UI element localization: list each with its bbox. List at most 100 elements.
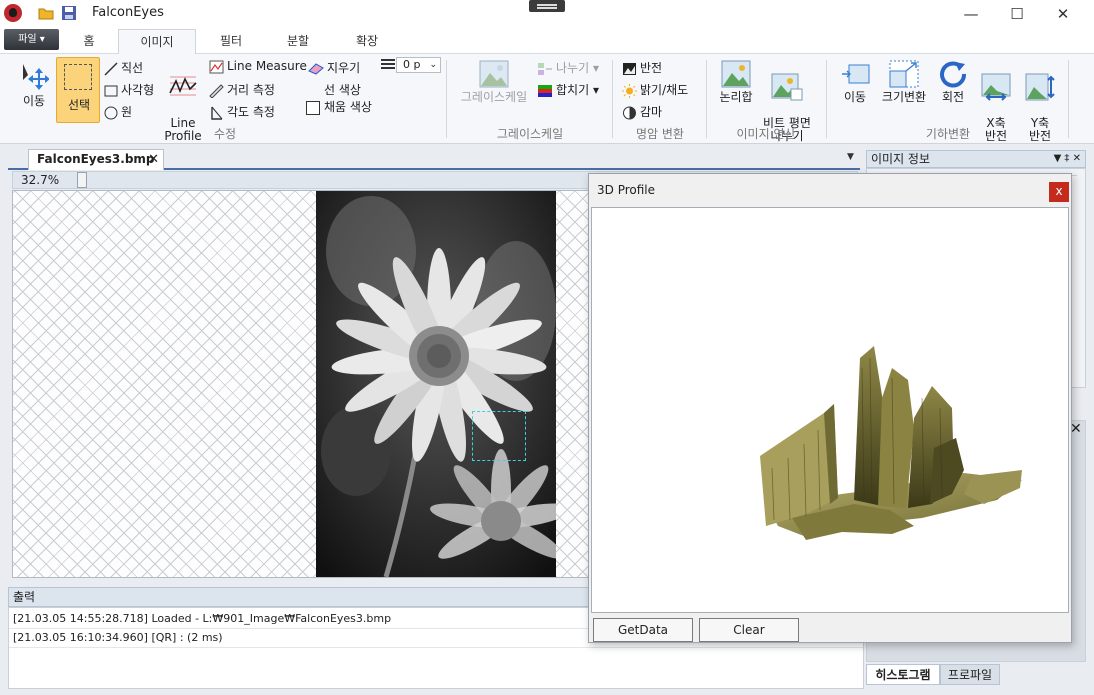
dialog-title: 3D Profile: [597, 183, 656, 197]
rect-tool[interactable]: 사각형: [104, 81, 154, 98]
distance-tool[interactable]: 거리 측정: [209, 81, 275, 98]
grayscale-label: 그레이스케일: [460, 90, 528, 104]
angle-label: 각도 측정: [227, 105, 275, 119]
invert-icon: [623, 62, 636, 75]
group-label-ops: 이미지 연산: [736, 127, 796, 141]
get-data-button[interactable]: GetData: [593, 618, 693, 642]
gamma-label: 감마: [640, 105, 663, 119]
group-divider: [826, 60, 827, 138]
clear-button[interactable]: Clear: [699, 618, 799, 642]
circle-icon: [104, 106, 118, 119]
rotate-button[interactable]: 회전: [934, 60, 972, 104]
invert-button[interactable]: 반전: [622, 59, 662, 76]
log-divider: [9, 647, 863, 648]
line-profile-icon: [169, 76, 197, 96]
flip-y-label: Y축 반전: [1028, 116, 1052, 143]
document-tab-label: FalconEyes3.bmp: [37, 152, 155, 166]
circle-tool[interactable]: 원: [104, 103, 132, 120]
tab-extend[interactable]: 확장: [340, 29, 394, 54]
tab-filter[interactable]: 필터: [206, 29, 256, 54]
invert-label: 반전: [640, 61, 663, 75]
log-line: [21.03.05 14:55:28.718] Loaded - L:₩901_…: [13, 612, 392, 625]
split-icon: [538, 62, 552, 75]
translate-icon: [842, 64, 870, 84]
app-logo-icon[interactable]: [4, 4, 22, 22]
image-info-title: 이미지 정보: [871, 152, 931, 166]
group-label-geometry: 기하변환: [925, 127, 971, 141]
flip-vertical-icon: [1025, 73, 1055, 101]
surface-3d-render: [760, 346, 1022, 540]
resize-button[interactable]: 크기변환: [878, 60, 930, 104]
geo-move-label: 이동: [843, 90, 867, 104]
flip-y-button[interactable]: Y축 반전: [1020, 60, 1060, 143]
select-rect-icon: [64, 64, 92, 90]
pen-size-value: 0 p: [403, 58, 421, 71]
document-tab[interactable]: FalconEyes3.bmp ✕: [28, 149, 164, 170]
ribbon: 이동 선택 직선 사각형 원 Line Profile Line Measure…: [0, 54, 1094, 144]
geo-move-button[interactable]: 이동: [836, 60, 874, 104]
document-tab-strip: FalconEyes3.bmp ✕: [8, 147, 860, 170]
eraser-label: 지우기: [327, 61, 361, 75]
surface-plot-view[interactable]: [591, 207, 1069, 613]
channel-split-button[interactable]: 나누기 ▾: [537, 59, 599, 76]
dialog-close-button[interactable]: x: [1049, 182, 1069, 202]
file-menu-button[interactable]: 파일 ▾: [4, 29, 59, 50]
select-tool-button[interactable]: 선택: [56, 57, 100, 123]
group-divider: [612, 60, 613, 138]
resize-label: 크기변환: [881, 90, 927, 104]
title-grip[interactable]: [529, 0, 565, 12]
eraser-icon: [308, 62, 324, 75]
selection-rectangle[interactable]: [472, 411, 526, 461]
line-tool[interactable]: 직선: [104, 59, 143, 76]
log-line: [21.03.05 16:10:34.960] [QR] : (2 ms): [13, 631, 223, 644]
tab-home[interactable]: 홈: [70, 29, 108, 54]
brightness-button[interactable]: 밝기/채도: [622, 81, 688, 98]
zoom-level: 32.7%: [21, 173, 60, 187]
maximize-button[interactable]: ☐: [994, 0, 1040, 28]
move-tool-button[interactable]: 이동: [14, 62, 54, 108]
title-bar: FalconEyes — ☐ ✕: [0, 0, 1094, 28]
pen-size-dropdown[interactable]: 0 p ⌄: [396, 57, 441, 73]
logic-op-label: 논리합: [719, 90, 753, 104]
select-tool-label: 선택: [67, 98, 91, 112]
line-tool-label: 직선: [121, 61, 144, 75]
eraser-tool[interactable]: 지우기: [308, 59, 360, 76]
group-label-edit: 수정: [213, 127, 237, 141]
channel-merge-button[interactable]: 합치기 ▾: [537, 81, 599, 98]
line-color-button[interactable]: 선 색상: [324, 81, 361, 98]
close-tab-icon[interactable]: ✕: [148, 150, 159, 169]
save-icon[interactable]: [61, 5, 77, 21]
chevron-down-icon: ⌄: [429, 60, 437, 70]
line-measure-tool[interactable]: Line Measure: [209, 59, 307, 74]
minimize-button[interactable]: —: [948, 0, 994, 28]
open-folder-icon[interactable]: [38, 5, 54, 21]
fill-color-button[interactable]: 채움 색상: [306, 98, 372, 115]
grayscale-image-icon: [479, 60, 509, 88]
close-button[interactable]: ✕: [1040, 0, 1086, 28]
tab-histogram[interactable]: 히스토그램: [866, 664, 940, 685]
angle-tool[interactable]: 각도 측정: [209, 103, 275, 120]
rotate-label: 회전: [941, 90, 965, 104]
tab-segment[interactable]: 분할: [272, 29, 324, 54]
merge-label: 합치기: [556, 83, 590, 97]
logic-op-button[interactable]: 논리합: [714, 60, 758, 104]
grayscale-button[interactable]: 그레이스케일: [456, 60, 532, 104]
tab-profile[interactable]: 프로파일: [940, 664, 1000, 685]
bitplane-icon: [771, 73, 803, 101]
rect-tool-label: 사각형: [121, 83, 155, 97]
document-menu-icon[interactable]: ▼: [847, 152, 854, 162]
rect-icon: [104, 85, 118, 96]
ruler-icon: [209, 83, 224, 98]
tab-image[interactable]: 이미지: [118, 29, 196, 54]
angle-icon: [211, 106, 223, 120]
image-logic-icon: [721, 60, 751, 88]
zoom-slider-thumb[interactable]: [77, 172, 87, 188]
line-weight-icon: [381, 59, 395, 69]
merge-icon: [538, 84, 552, 97]
ribbon-tab-row: 파일 ▾ 홈 이미지 필터 분할 확장: [0, 28, 1094, 54]
gamma-button[interactable]: 감마: [622, 103, 662, 120]
group-label-tone: 명암 변환: [636, 127, 684, 141]
pen-size-icon: [381, 59, 395, 74]
distance-label: 거리 측정: [227, 83, 275, 97]
panel-controls-icon[interactable]: ▼ ‡ ✕: [1054, 151, 1081, 167]
